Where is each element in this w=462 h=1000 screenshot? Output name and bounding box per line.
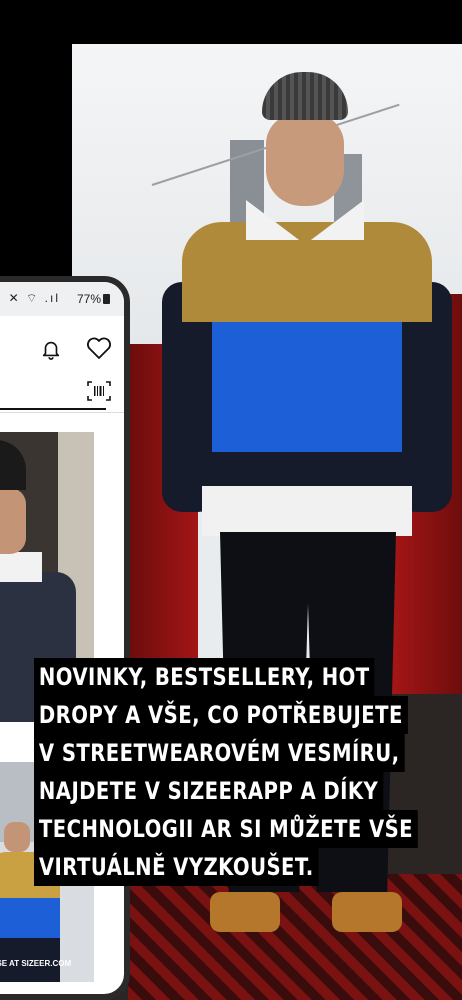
shirt-collar (0, 552, 42, 582)
sweatshirt-yoke (182, 222, 432, 322)
battery-level: 77% (77, 292, 110, 306)
barcode-icon[interactable] (86, 380, 112, 402)
heart-icon[interactable] (86, 336, 112, 360)
headline-line: NAJDETE V SIZEERAPP A DÍKY (34, 772, 384, 810)
status-icons: ✕ ⌔ .ıl (8, 291, 60, 305)
sweatshirt-blue-panel (212, 322, 402, 452)
headline-line: DROPY A VŠE, CO POTŘEBUJETE (34, 696, 408, 734)
product-banner-text: VERSE AT SIZEER.COM (0, 959, 72, 968)
app-header (0, 316, 124, 413)
model-face (0, 488, 26, 554)
beanie (0, 440, 26, 490)
promo-headline: NOVINKY, BESTSELLERY, HOT DROPY A VŠE, C… (34, 658, 454, 886)
boot-right (332, 892, 402, 932)
model-face (4, 822, 30, 852)
search-underline (0, 408, 106, 410)
boot-left (210, 892, 280, 932)
model-face (266, 114, 344, 206)
phone-mockup: ✕ ⌔ .ıl 77% E AT SIZEER.COM (0, 276, 130, 1000)
headline-line: V STREETWEAROVÉM VESMÍRU, (34, 734, 405, 772)
shirt-tail (202, 486, 412, 536)
sweatshirt-hem (202, 452, 412, 486)
headline-line: TECHNOLOGII AR SI MŮŽETE VŠE (34, 810, 418, 848)
sweatshirt-blue-panel (0, 898, 60, 938)
headline-line: VIRTUÁLNĚ VYZKOUŠET. (34, 848, 319, 886)
battery-icon (103, 294, 110, 304)
promo-screen: ✕ ⌔ .ıl 77% E AT SIZEER.COM NOVINKY, BES… (0, 0, 462, 1000)
status-bar: ✕ ⌔ .ıl 77% (0, 282, 124, 316)
bell-icon[interactable] (40, 338, 62, 360)
beanie (262, 72, 348, 120)
headline-line: NOVINKY, BESTSELLERY, HOT (34, 658, 375, 696)
